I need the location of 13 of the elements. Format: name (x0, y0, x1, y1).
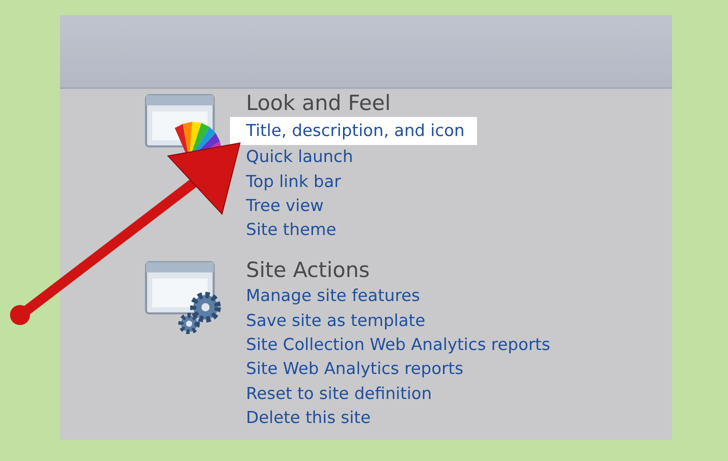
settings-link[interactable]: Quick launch (242, 145, 358, 170)
section-heading: Site Actions (246, 257, 370, 284)
settings-link[interactable]: Site theme (242, 218, 340, 242)
settings-link[interactable]: Tree view (242, 194, 328, 218)
settings-link[interactable]: Manage site features (242, 284, 424, 309)
settings-link[interactable]: Site Web Analytics reports (242, 357, 468, 382)
settings-link[interactable]: Save site as template (242, 308, 430, 334)
settings-link[interactable]: Site Collection Web Analytics reports (242, 333, 554, 358)
section-heading: Look and Feel (246, 90, 391, 117)
settings-link[interactable]: Title, description, and icon (230, 117, 477, 146)
settings-link[interactable]: Delete this site (242, 406, 375, 430)
settings-link[interactable]: Reset to site definition (242, 382, 436, 406)
settings-link[interactable]: Top link bar (242, 170, 345, 194)
